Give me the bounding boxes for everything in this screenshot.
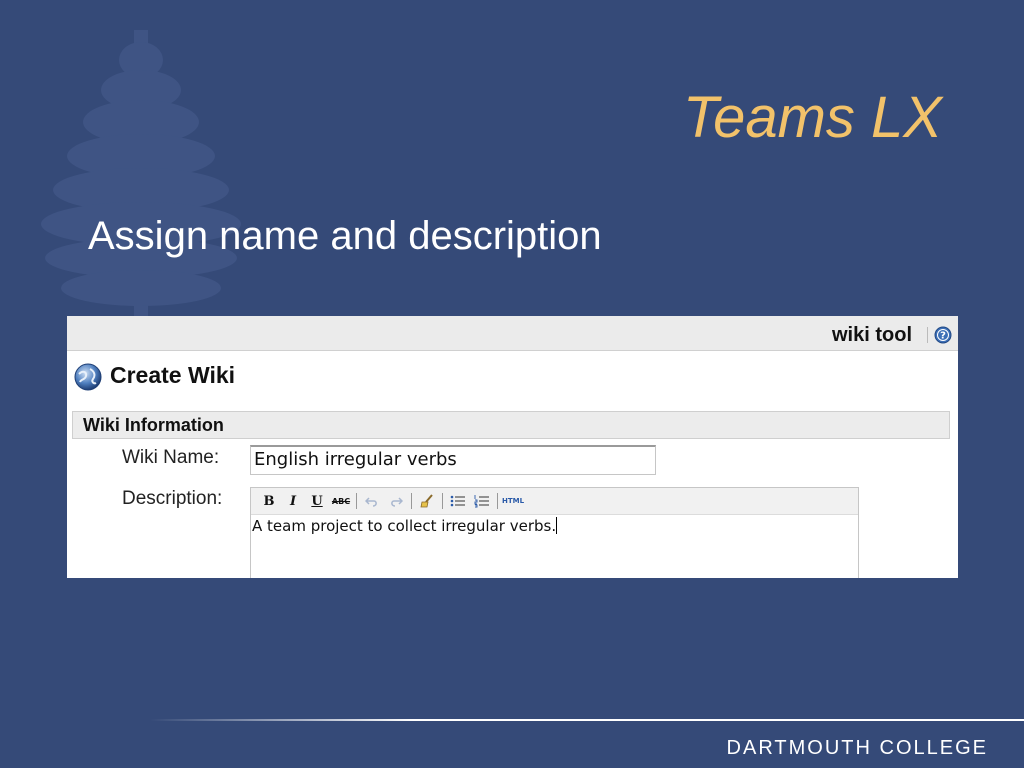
tool-name: wiki tool	[832, 324, 912, 346]
html-button[interactable]: HTML	[501, 490, 525, 512]
toolbar-divider	[442, 493, 443, 509]
strikethrough-button[interactable]: ABC	[329, 490, 353, 512]
svg-text:?: ?	[940, 331, 946, 342]
bullet-list-icon	[450, 495, 465, 507]
globe-icon	[74, 363, 102, 391]
redo-button[interactable]	[384, 490, 408, 512]
undo-button[interactable]	[360, 490, 384, 512]
description-text: A team project to collect irregular verb…	[252, 517, 557, 535]
text-caret	[556, 517, 558, 534]
slide-title: Teams LX	[683, 85, 942, 150]
description-label: Description:	[122, 488, 223, 509]
section-header: Wiki Information	[72, 411, 950, 439]
toolbar-divider	[356, 493, 357, 509]
footer-divider	[150, 719, 1024, 721]
bullet-list-button[interactable]	[446, 490, 470, 512]
toolbar-divider	[411, 493, 412, 509]
divider	[927, 327, 928, 343]
help-icon[interactable]: ?	[934, 326, 952, 344]
bold-button[interactable]: B	[257, 490, 281, 512]
college-name: DARTMOUTH COLLEGE	[726, 737, 988, 759]
slide-bullet: Assign name and description	[88, 214, 602, 258]
clean-icon	[420, 494, 433, 508]
numbered-list-button[interactable]	[470, 490, 494, 512]
tool-title-bar: wiki tool ?	[67, 316, 958, 351]
redo-icon	[391, 497, 403, 507]
wiki-name-input[interactable]: English irregular verbs	[250, 445, 656, 475]
editor-body[interactable]: A team project to collect irregular verb…	[251, 515, 858, 537]
description-editor[interactable]: B I U ABC HTML A team project to collect…	[250, 487, 859, 578]
italic-button[interactable]: I	[281, 490, 305, 512]
editor-toolbar: B I U ABC HTML	[251, 488, 858, 515]
embedded-screenshot: wiki tool ? Create Wiki Wiki Information	[67, 316, 958, 578]
underline-button[interactable]: U	[305, 490, 329, 512]
toolbar-divider	[497, 493, 498, 509]
undo-icon	[365, 497, 377, 507]
pine-tree-logo	[41, 30, 241, 320]
clean-button[interactable]	[415, 490, 439, 512]
page-title: Create Wiki	[110, 362, 236, 388]
section-title: Wiki Information	[83, 415, 224, 435]
numbered-list-icon	[474, 495, 489, 508]
wiki-name-label: Wiki Name:	[122, 447, 220, 468]
